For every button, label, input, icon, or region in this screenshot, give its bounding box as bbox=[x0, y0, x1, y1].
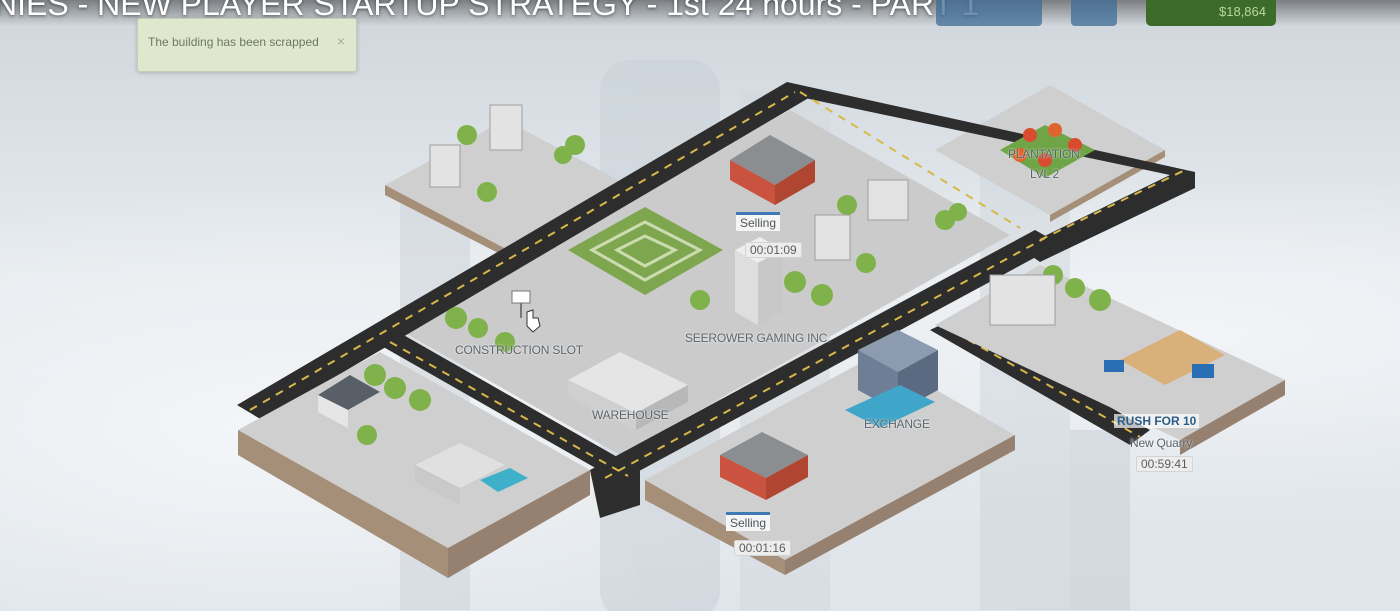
selling-badge-bottom: Selling bbox=[726, 512, 771, 531]
selling-badge-top: Selling bbox=[736, 212, 781, 231]
city-map[interactable] bbox=[0, 0, 1400, 611]
rush-button[interactable]: RUSH FOR 10 bbox=[1114, 414, 1200, 428]
selling-timer-bottom: 00:01:16 bbox=[734, 540, 791, 556]
warehouse-label[interactable]: WAREHOUSE bbox=[592, 408, 669, 422]
selling-timer-top: 00:01:09 bbox=[745, 242, 802, 258]
hud-icon-button[interactable] bbox=[1071, 0, 1117, 26]
selling-label: Selling bbox=[740, 216, 777, 230]
selling-label: Selling bbox=[730, 516, 767, 530]
quarry-timer: 00:59:41 bbox=[1136, 456, 1193, 472]
money-value: $18,864 bbox=[1219, 4, 1266, 19]
quarry-label[interactable]: New Quarry bbox=[1130, 436, 1192, 450]
notification-message: The building has been scrapped bbox=[148, 35, 319, 49]
exchange-label[interactable]: EXCHANGE bbox=[864, 417, 930, 431]
close-icon[interactable]: × bbox=[337, 33, 345, 49]
hud-menu-button[interactable] bbox=[936, 0, 1042, 26]
plantation-level: LVL 2 bbox=[1030, 167, 1060, 181]
money-display: $18,864 bbox=[1146, 0, 1276, 26]
company-label[interactable]: SEEROWER GAMING INC. bbox=[685, 331, 831, 345]
notification-toast: The building has been scrapped × bbox=[137, 18, 357, 72]
construction-slot-label[interactable]: CONSTRUCTION SLOT bbox=[455, 343, 583, 357]
plantation-label[interactable]: PLANTATION bbox=[1008, 147, 1080, 161]
